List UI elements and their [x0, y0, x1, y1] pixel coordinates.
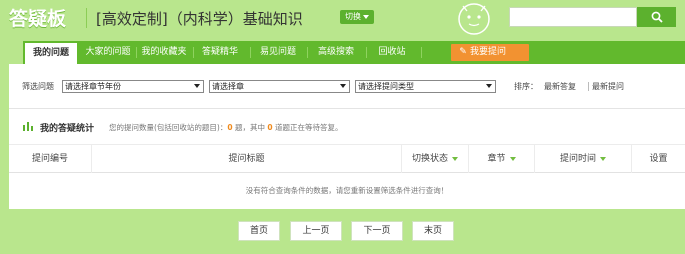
prev-page-button[interactable]: 上一页	[290, 221, 342, 241]
caret-down-icon	[363, 14, 369, 19]
header: 答疑板 [高效定制]（内科学）基础知识 切换	[0, 0, 685, 38]
ask-question-label: 我要提问	[470, 47, 507, 57]
sort-divider	[588, 82, 589, 91]
dropdown-arrow-icon	[194, 84, 200, 88]
pencil-icon: ✎	[459, 47, 467, 57]
main-nav: 我的问题 大家的问题 我的收藏夹 答疑精华 易见问题 高级搜索 回收站 ✎ 我要提…	[23, 41, 685, 64]
col-question-time[interactable]: 提问时间	[535, 145, 632, 173]
switch-course-label: 切换	[345, 12, 361, 21]
col-question-title: 提问标题	[92, 145, 402, 173]
select-chapter[interactable]: 请选择章	[209, 80, 350, 93]
nav-separator	[193, 47, 194, 58]
stats-prefix: 您的提问数量(包括回收站的题目)：	[109, 123, 228, 132]
filter-label: 筛选问题	[22, 82, 54, 91]
site-logo[interactable]: 答疑板	[9, 4, 66, 31]
search-button[interactable]	[637, 7, 676, 27]
search-icon	[651, 11, 663, 23]
tab-my-favorites[interactable]: 我的收藏夹	[137, 41, 191, 64]
stats-suffix: 道题正在等待答复。	[272, 123, 343, 132]
sort-latest-reply[interactable]: 最新答复	[544, 81, 576, 92]
col-chapter-label: 章节	[487, 154, 506, 164]
header-divider	[86, 8, 87, 28]
next-page-button[interactable]: 下一页	[351, 221, 403, 241]
col-status-label: 切换状态	[411, 154, 448, 164]
select-chapter-value: 请选择章	[212, 82, 244, 91]
last-page-button[interactable]: 末页	[412, 221, 454, 241]
content-panel: 筛选问题 请选择章节年份 请选择章 请选择提问类型 排序： 最新答复 最新提问 …	[9, 64, 685, 209]
tab-my-questions[interactable]: 我的问题	[25, 43, 77, 64]
sort-down-icon	[509, 156, 516, 161]
sort-down-icon	[600, 156, 606, 161]
first-page-button[interactable]: 首页	[238, 221, 280, 241]
stats-mid: 题，其中	[232, 123, 268, 132]
filter-row: 筛选问题 请选择章节年份 请选择章 请选择提问类型 排序： 最新答复 最新提问	[9, 78, 685, 96]
select-year[interactable]: 请选择章节年份	[62, 80, 204, 93]
col-question-id: 提问编号	[9, 145, 92, 173]
stats-title: 我的答疑统计	[40, 124, 95, 134]
table-header: 提问编号 提问标题 切换状态 章节 提问时间 设置	[9, 145, 685, 173]
divider	[9, 108, 685, 109]
sort-label: 排序：	[514, 82, 538, 91]
nav-separator	[250, 47, 251, 58]
pagination: 首页 上一页 下一页 末页	[0, 209, 685, 254]
search-input[interactable]	[509, 7, 637, 27]
select-question-type[interactable]: 请选择提问类型	[355, 80, 496, 93]
nav-separator	[366, 47, 367, 58]
stats-text: 您的提问数量(包括回收站的题目)：0 题，其中 0 道题正在等待答复。	[109, 122, 342, 133]
mascot-icon	[458, 3, 490, 35]
bar-chart-icon	[23, 122, 33, 131]
tab-common-questions[interactable]: 易见问题	[252, 41, 304, 64]
dropdown-arrow-icon	[340, 84, 346, 88]
tab-recycle-bin[interactable]: 回收站	[368, 41, 416, 64]
select-question-type-value: 请选择提问类型	[358, 82, 414, 91]
col-chapter[interactable]: 章节	[469, 145, 535, 173]
col-question-id-label: 提问编号	[31, 154, 68, 164]
sort-down-icon	[452, 156, 458, 161]
course-title: [高效定制]（内科学）基础知识	[96, 10, 303, 28]
tab-everyones-questions[interactable]: 大家的问题	[81, 41, 135, 64]
empty-message: 没有符合查询条件的数据，请您重新设置筛选条件进行查询！	[245, 186, 449, 195]
stats-bar: 我的答疑统计 您的提问数量(包括回收站的题目)：0 题，其中 0 道题正在等待答…	[9, 111, 685, 145]
col-question-time-label: 提问时间	[559, 154, 596, 164]
sort-latest-question[interactable]: 最新提问	[592, 81, 624, 92]
dropdown-arrow-icon	[486, 84, 492, 88]
tab-advanced-search[interactable]: 高级搜索	[309, 41, 363, 64]
col-question-title-label: 提问标题	[228, 154, 265, 164]
col-settings: 设置	[632, 145, 685, 173]
nav-separator	[421, 47, 422, 58]
ask-question-button[interactable]: ✎ 我要提问	[451, 44, 529, 61]
col-status-toggle[interactable]: 切换状态	[402, 145, 469, 173]
switch-course-button[interactable]: 切换	[340, 10, 374, 24]
nav-separator	[307, 47, 308, 58]
col-settings-label: 设置	[649, 154, 668, 164]
select-year-value: 请选择章节年份	[65, 82, 121, 91]
tab-essence[interactable]: 答疑精华	[195, 41, 245, 64]
